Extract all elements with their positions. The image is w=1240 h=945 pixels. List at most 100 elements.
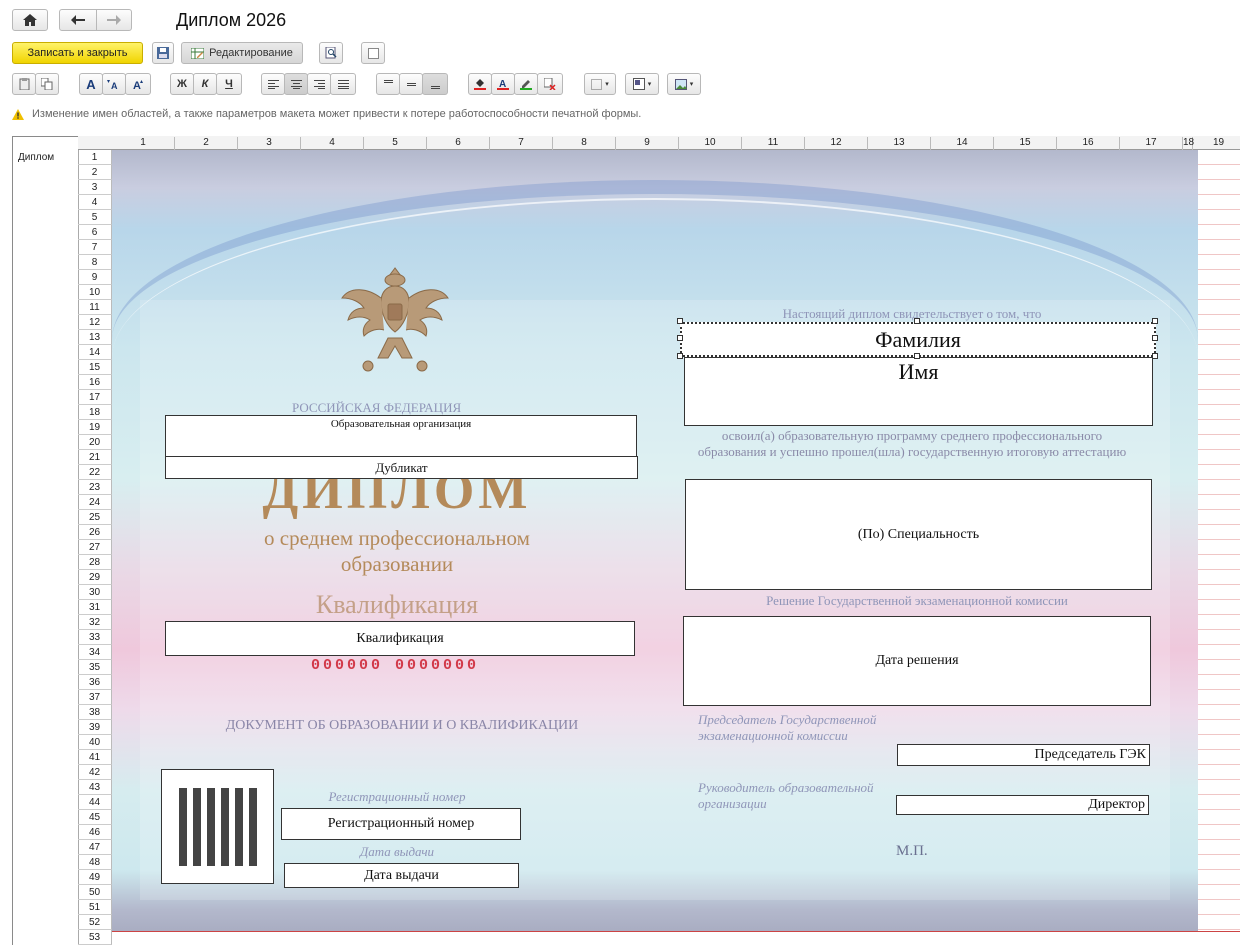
row-header[interactable]: 9 (78, 270, 112, 285)
row-header[interactable]: 33 (78, 630, 112, 645)
row-header[interactable]: 51 (78, 900, 112, 915)
row-header[interactable]: 6 (78, 225, 112, 240)
duplicate-field[interactable]: Дубликат (165, 456, 638, 479)
column-header[interactable]: 3 (238, 137, 301, 150)
text-color-button[interactable]: A (491, 73, 515, 95)
save-and-close-button[interactable]: Записать и закрыть (12, 42, 143, 64)
director-field[interactable]: Директор (896, 795, 1149, 815)
column-header[interactable]: 1 (112, 137, 175, 150)
qualification-field[interactable]: Квалификация (165, 621, 635, 656)
column-header[interactable]: 17 (1120, 137, 1183, 150)
column-header[interactable]: 13 (868, 137, 931, 150)
empty-cells-right[interactable] (1198, 150, 1240, 945)
row-header[interactable]: 26 (78, 525, 112, 540)
editing-toggle-button[interactable]: Редактирование (181, 42, 303, 64)
border-color-button[interactable] (514, 73, 538, 95)
row-header[interactable]: 5 (78, 210, 112, 225)
row-header[interactable]: 15 (78, 360, 112, 375)
row-header[interactable]: 48 (78, 855, 112, 870)
column-header[interactable]: 9 (616, 137, 679, 150)
column-header[interactable]: 15 (994, 137, 1057, 150)
row-header[interactable]: 2 (78, 165, 112, 180)
row-header[interactable]: 31 (78, 600, 112, 615)
column-header[interactable]: 11 (742, 137, 805, 150)
column-header[interactable]: 8 (553, 137, 616, 150)
row-header[interactable]: 49 (78, 870, 112, 885)
italic-button[interactable]: К (193, 73, 217, 95)
row-header[interactable]: 22 (78, 465, 112, 480)
row-header[interactable]: 32 (78, 615, 112, 630)
resize-handle[interactable] (677, 318, 683, 324)
row-header[interactable]: 1 (78, 150, 112, 165)
bold-button[interactable]: Ж (170, 73, 194, 95)
row-header[interactable]: 44 (78, 795, 112, 810)
row-header[interactable]: 14 (78, 345, 112, 360)
align-left-button[interactable] (261, 73, 285, 95)
row-header[interactable]: 16 (78, 375, 112, 390)
resize-handle[interactable] (1152, 335, 1158, 341)
column-header[interactable]: 14 (931, 137, 994, 150)
row-header[interactable]: 46 (78, 825, 112, 840)
fill-color-button[interactable] (468, 73, 492, 95)
resize-handle[interactable] (1152, 353, 1158, 359)
issue-date-field[interactable]: Дата выдачи (284, 863, 519, 888)
valign-middle-button[interactable] (399, 73, 423, 95)
organization-field[interactable]: Образовательная организация (165, 415, 637, 457)
decision-date-field[interactable]: Дата решения (683, 616, 1151, 706)
row-header[interactable]: 4 (78, 195, 112, 210)
row-header[interactable]: 11 (78, 300, 112, 315)
empty-cells-bottom[interactable] (112, 931, 1240, 945)
resize-handle[interactable] (677, 353, 683, 359)
row-header[interactable]: 35 (78, 660, 112, 675)
resize-handle[interactable] (914, 318, 920, 324)
row-header[interactable]: 28 (78, 555, 112, 570)
save-icon-button[interactable] (152, 42, 174, 64)
registration-number-field[interactable]: Регистрационный номер (281, 808, 521, 840)
forward-button[interactable] (96, 9, 132, 31)
row-header[interactable]: 7 (78, 240, 112, 255)
borders-dropdown[interactable]: ▾ (584, 73, 616, 95)
row-header[interactable]: 36 (78, 675, 112, 690)
row-header[interactable]: 41 (78, 750, 112, 765)
column-header[interactable]: 16 (1057, 137, 1120, 150)
font-decrease-button[interactable]: A ▾ (102, 73, 126, 95)
align-justify-button[interactable] (330, 73, 356, 95)
valign-bottom-button[interactable] (422, 73, 448, 95)
column-header[interactable]: 5 (364, 137, 427, 150)
back-button[interactable] (59, 9, 97, 31)
row-header[interactable]: 29 (78, 570, 112, 585)
row-header[interactable]: 18 (78, 405, 112, 420)
name-field[interactable]: Имя (684, 357, 1153, 426)
row-header[interactable]: 13 (78, 330, 112, 345)
row-header[interactable]: 42 (78, 765, 112, 780)
row-header[interactable]: 53 (78, 930, 112, 945)
column-header[interactable]: 6 (427, 137, 490, 150)
column-header[interactable]: 2 (175, 137, 238, 150)
row-header[interactable]: 3 (78, 180, 112, 195)
clear-format-button[interactable] (537, 73, 563, 95)
row-header[interactable]: 50 (78, 885, 112, 900)
underline-button[interactable]: Ч (216, 73, 242, 95)
row-header[interactable]: 20 (78, 435, 112, 450)
blank-toggle-button[interactable] (361, 42, 385, 64)
row-header[interactable]: 38 (78, 705, 112, 720)
row-header[interactable]: 23 (78, 480, 112, 495)
column-header[interactable]: 4 (301, 137, 364, 150)
column-header[interactable]: 18 (1183, 137, 1194, 150)
row-header[interactable]: 25 (78, 510, 112, 525)
preview-button[interactable] (319, 42, 343, 64)
row-header[interactable]: 12 (78, 315, 112, 330)
row-header[interactable]: 37 (78, 690, 112, 705)
column-header[interactable]: 19 (1193, 137, 1240, 150)
font-increase-button[interactable]: A ▴ (125, 73, 151, 95)
row-header[interactable]: 40 (78, 735, 112, 750)
row-header[interactable]: 47 (78, 840, 112, 855)
align-right-button[interactable] (307, 73, 331, 95)
font-button[interactable]: A (79, 73, 103, 95)
row-header[interactable]: 27 (78, 540, 112, 555)
specialty-field[interactable]: (По) Специальность (685, 479, 1152, 590)
resize-handle[interactable] (1152, 318, 1158, 324)
row-header[interactable]: 24 (78, 495, 112, 510)
row-header[interactable]: 43 (78, 780, 112, 795)
row-header[interactable]: 34 (78, 645, 112, 660)
